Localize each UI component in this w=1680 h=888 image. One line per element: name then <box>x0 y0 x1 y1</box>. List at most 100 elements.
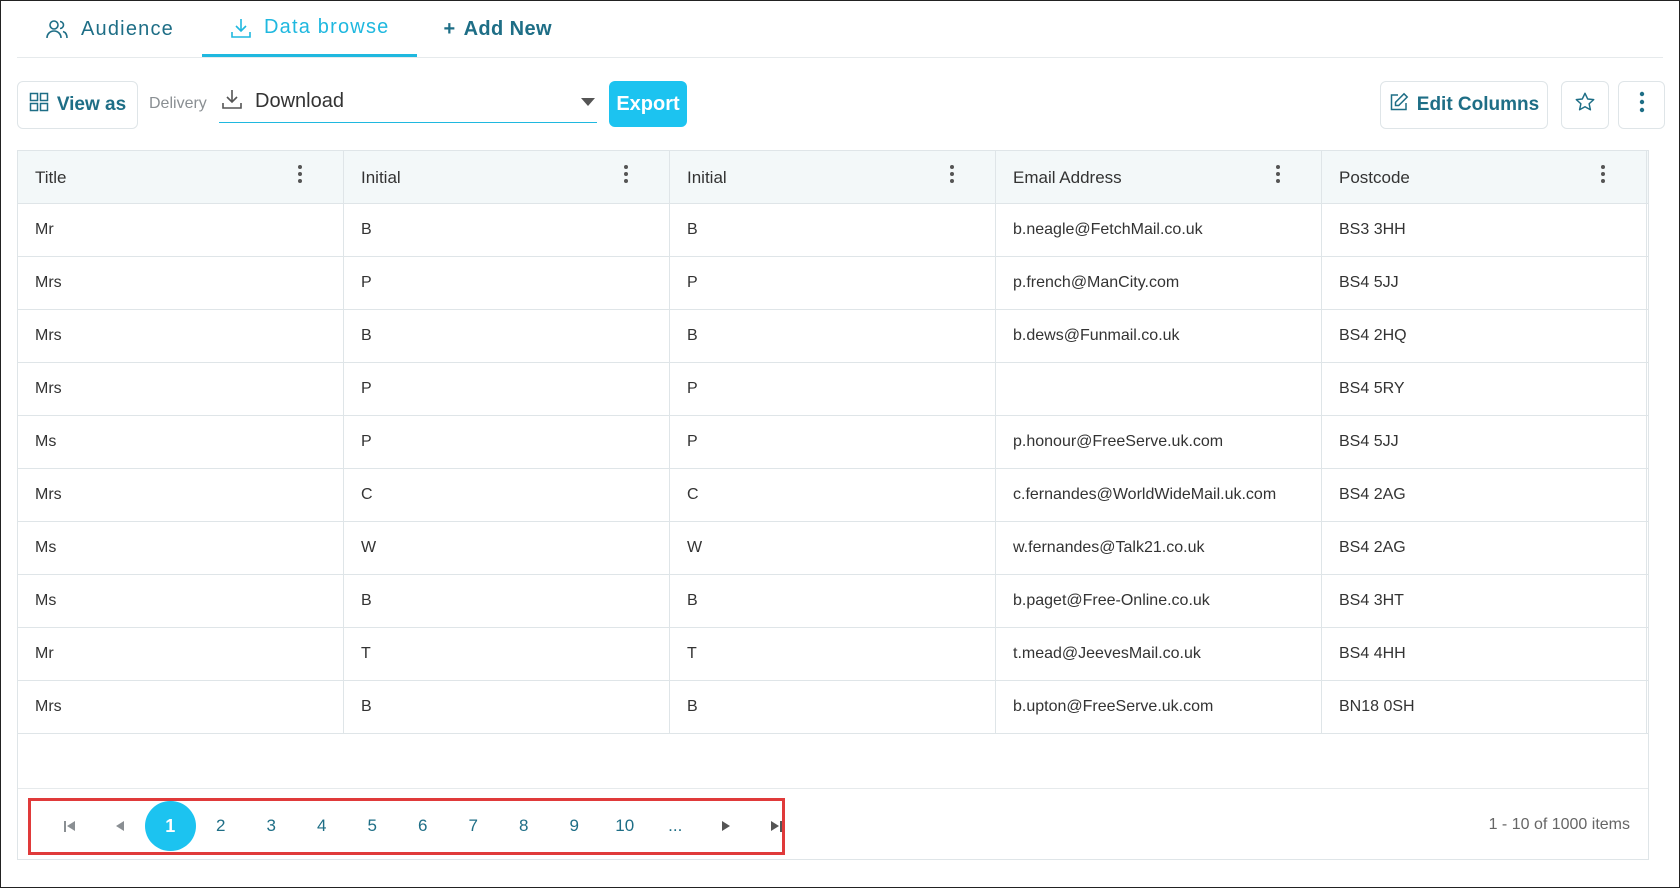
page-10-button[interactable]: 10 <box>600 801 651 851</box>
email-cell: b.paget@Free-Online.co.uk <box>996 575 1322 627</box>
page-6-button[interactable]: 6 <box>398 801 449 851</box>
initial-2-cell: P <box>670 416 996 468</box>
tab-bar: Audience Data browse + Add New <box>17 1 1663 58</box>
email-cell: p.french@ManCity.com <box>996 257 1322 309</box>
view-as-label: View as <box>56 94 127 115</box>
postcode-cell: BN18 0SH <box>1322 681 1647 733</box>
initial-cell: B <box>344 575 670 627</box>
table-header: Title Initial Initial Email Address Post… <box>18 151 1648 204</box>
initial-cell: T <box>344 628 670 680</box>
column-header-label: Postcode <box>1339 167 1410 187</box>
postcode-cell: BS4 2AG <box>1322 522 1647 574</box>
email-cell: b.dews@Funmail.co.uk <box>996 310 1322 362</box>
pagination: 1 2 3 4 5 6 7 8 9 10... <box>44 801 802 851</box>
column-header-postcode[interactable]: Postcode <box>1322 151 1647 204</box>
more-pages-button[interactable]: ... <box>650 801 701 851</box>
initial-cell: W <box>344 522 670 574</box>
next-page-button[interactable] <box>701 801 752 851</box>
title-cell: Mr <box>18 204 344 256</box>
initial-2-cell: P <box>670 363 996 415</box>
table-row[interactable]: Mr T Tt.mead@JeevesMail.co.uk BS4 4HH <box>18 628 1648 681</box>
tab-audience-label: Audience <box>81 17 174 40</box>
page-9-button[interactable]: 9 <box>549 801 600 851</box>
column-header-initial[interactable]: Initial <box>344 151 670 204</box>
table-row[interactable]: Mrs B Bb.upton@FreeServe.uk.com BN18 0SH <box>18 681 1648 734</box>
toolbar: View as Delivery Download Export Edit Co… <box>17 81 1665 129</box>
email-cell: w.fernandes@Talk21.co.uk <box>996 522 1322 574</box>
column-header-title[interactable]: Title <box>18 151 344 204</box>
table-row[interactable]: Ms W Ww.fernandes@Talk21.co.uk BS4 2AG <box>18 522 1648 575</box>
title-cell: Mrs <box>18 257 344 309</box>
tab-add-new[interactable]: + Add New <box>417 1 579 57</box>
tab-data-browse-label: Data browse <box>264 16 390 38</box>
table-body: Mr B Bb.neagle@FetchMail.co.uk BS3 3HH Mrs P P… <box>18 204 1648 734</box>
postcode-cell: BS4 4HH <box>1322 628 1647 680</box>
star-icon <box>1574 91 1596 119</box>
email-cell <box>996 363 1322 415</box>
download-icon <box>221 88 243 115</box>
view-as-button[interactable]: View as <box>17 81 138 129</box>
table-row[interactable]: Ms B Bb.paget@Free-Online.co.uk BS4 3HT <box>18 575 1648 628</box>
tab-audience[interactable]: Audience <box>17 1 202 57</box>
column-header-email[interactable]: Email Address <box>996 151 1322 204</box>
postcode-cell: BS4 5RY <box>1322 363 1647 415</box>
column-header-label: Initial <box>687 167 727 187</box>
table-row[interactable]: Ms P Pp.honour@FreeServe.uk.com BS4 5JJ <box>18 416 1648 469</box>
plus-icon: + <box>443 17 456 40</box>
initial-cell: P <box>344 257 670 309</box>
page-4-button[interactable]: 4 <box>297 801 348 851</box>
delivery-select[interactable]: Download <box>219 81 597 123</box>
column-menu-icon[interactable] <box>1275 165 1281 187</box>
page-2-button[interactable]: 2 <box>196 801 247 851</box>
column-header-label: Title <box>35 167 67 187</box>
page-7-button[interactable]: 7 <box>448 801 499 851</box>
favorite-button[interactable] <box>1561 81 1609 129</box>
data-grid: Title Initial Initial Email Address Post… <box>17 150 1649 860</box>
initial-2-cell: W <box>670 522 996 574</box>
last-page-button[interactable] <box>751 801 802 851</box>
title-cell: Mrs <box>18 469 344 521</box>
table-row[interactable]: Mrs P Pp.french@ManCity.com BS4 5JJ <box>18 257 1648 310</box>
tab-data-browse[interactable]: Data browse <box>202 1 418 57</box>
initial-cell: P <box>344 363 670 415</box>
column-menu-icon[interactable] <box>949 165 955 187</box>
column-menu-icon[interactable] <box>1600 165 1606 187</box>
table-row[interactable]: Mr B Bb.neagle@FetchMail.co.uk BS3 3HH <box>18 204 1648 257</box>
initial-2-cell: C <box>670 469 996 521</box>
initial-2-cell: B <box>670 310 996 362</box>
edit-columns-button[interactable]: Edit Columns <box>1380 81 1548 129</box>
title-cell: Ms <box>18 575 344 627</box>
previous-page-button[interactable] <box>95 801 146 851</box>
table-row[interactable]: Mrs P P BS4 5RY <box>18 363 1648 416</box>
table-row[interactable]: Mrs B Bb.dews@Funmail.co.uk BS4 2HQ <box>18 310 1648 363</box>
table-row[interactable]: Mrs C Cc.fernandes@WorldWideMail.uk.com BS4… <box>18 469 1648 522</box>
page-numbers: 1 2 3 4 5 6 7 8 9 10... <box>145 801 701 851</box>
more-options-button[interactable] <box>1618 81 1665 129</box>
page-1-button[interactable]: 1 <box>145 801 196 851</box>
postcode-cell: BS4 3HT <box>1322 575 1647 627</box>
column-menu-icon[interactable] <box>297 165 303 187</box>
download-icon <box>230 17 252 39</box>
title-cell: Mrs <box>18 363 344 415</box>
delivery-label: Delivery <box>149 95 207 112</box>
postcode-cell: BS3 3HH <box>1322 204 1647 256</box>
more-vertical-icon <box>1639 91 1645 119</box>
last-page-icon <box>770 820 782 832</box>
users-icon <box>45 18 69 40</box>
column-menu-icon[interactable] <box>623 165 629 187</box>
grid-icon <box>29 92 49 118</box>
initial-2-cell: B <box>670 204 996 256</box>
postcode-cell: BS4 5JJ <box>1322 257 1647 309</box>
export-button[interactable]: Export <box>609 81 687 127</box>
page-5-button[interactable]: 5 <box>347 801 398 851</box>
initial-cell: C <box>344 469 670 521</box>
initial-cell: B <box>344 310 670 362</box>
postcode-cell: BS4 5JJ <box>1322 416 1647 468</box>
first-page-button[interactable] <box>44 801 95 851</box>
title-cell: Mrs <box>18 310 344 362</box>
column-header-initial-2[interactable]: Initial <box>670 151 996 204</box>
page-3-button[interactable]: 3 <box>246 801 297 851</box>
page-8-button[interactable]: 8 <box>499 801 550 851</box>
delivery-value: Download <box>255 90 344 112</box>
initial-cell: B <box>344 204 670 256</box>
